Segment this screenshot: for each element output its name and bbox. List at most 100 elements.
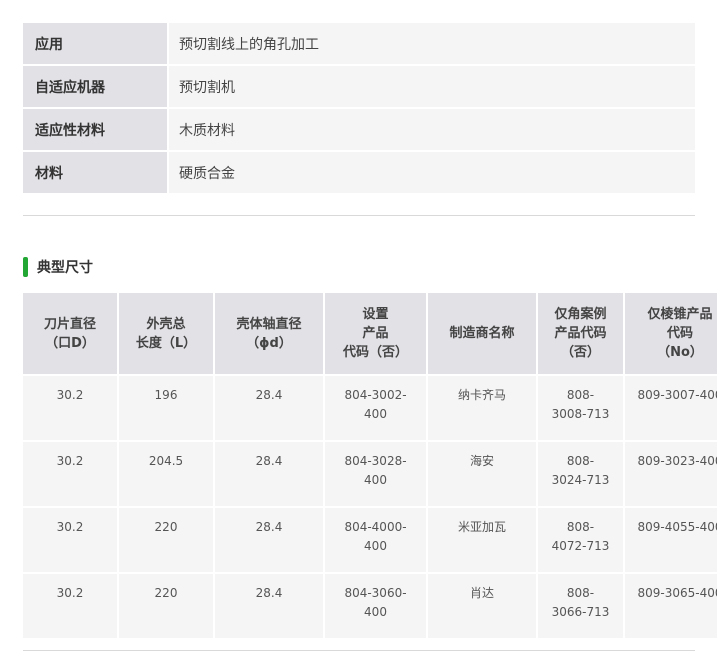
spec-label: 应用 (23, 23, 167, 64)
table-header-row: 刀片直径 （口D） 外壳总 长度（L） 壳体轴直径 （ϕd） 设置 产品 代码（否） 制造商名称仅… (23, 293, 717, 376)
spec-label: 材料 (23, 152, 167, 193)
table-cell: 804-3060- 400 (325, 574, 426, 640)
spec-value: 预切割机 (169, 66, 695, 107)
spec-table: 应用 预切割线上的角孔加工 自适应机器 预切割机 适应性材料 木质材料 材料 硬… (23, 23, 695, 195)
cell-line: 30.2 (56, 454, 84, 468)
header-line: （否） (560, 345, 600, 360)
table-cell: 804-3002- 400 (325, 376, 426, 442)
table-cell: 28.4 (215, 442, 323, 508)
table-row: 30.2 196 28.4 804-3002- 400 纳卡齐马 808- 3008-713 8… (23, 376, 717, 442)
dimensions-table: 刀片直径 （口D） 外壳总 长度（L） 壳体轴直径 （ϕd） 设置 产品 代码（否） 制造商名称仅… (21, 293, 717, 640)
column-header: 仅棱锥产品代码 （No） (625, 293, 717, 376)
cell-line: 808- (566, 454, 595, 468)
cell-line: 400 (364, 473, 387, 487)
cell-line: 4072-713 (551, 539, 610, 553)
header-line: 产品代码 (554, 326, 607, 341)
cell-line: 28.4 (255, 586, 283, 600)
cell-line: 808- (566, 520, 595, 534)
column-header: 外壳总 长度（L） (119, 293, 213, 376)
section-divider (23, 215, 695, 216)
table-cell: 804-4000- 400 (325, 508, 426, 574)
header-line: 代码 (666, 326, 693, 341)
cell-line: 米亚加瓦 (457, 520, 506, 534)
cell-line: 28.4 (255, 454, 283, 468)
table-cell: 纳卡齐马 (428, 376, 536, 442)
header-line: 代码（否） (342, 345, 408, 360)
column-header: 制造商名称 (428, 293, 536, 376)
cell-line: 809-3007-400 (637, 388, 717, 402)
header-line: （ϕd） (246, 335, 292, 351)
table-cell: 808- 4072-713 (538, 508, 623, 574)
cell-line: 809-3065-400 (637, 586, 717, 600)
cell-line: 30.2 (56, 388, 84, 402)
table-row: 30.2 204.5 28.4 804-3028- 400 海安 808- 3024-713 8… (23, 442, 717, 508)
spec-value: 木质材料 (169, 109, 695, 150)
table-cell: 809-4055-400 (625, 508, 717, 574)
header-line: （口D） (45, 335, 95, 351)
spec-row-work-material: 适应性材料 木质材料 (23, 109, 695, 150)
cell-line: 220 (154, 586, 178, 600)
cell-line: 海安 (469, 454, 494, 468)
cell-line: 400 (364, 539, 387, 553)
table-cell: 808- 3024-713 (538, 442, 623, 508)
cell-line: 804-3028- (344, 454, 407, 468)
spec-label: 自适应机器 (23, 66, 167, 107)
cell-line: 804-3002- (344, 388, 407, 402)
header-line: 刀片直径 (43, 316, 96, 332)
cell-line: 3066-713 (551, 605, 610, 619)
cell-line: 809-4055-400 (637, 520, 717, 534)
spec-value: 硬质合金 (169, 152, 695, 193)
header-line: （No） (657, 345, 703, 360)
table-row: 30.2 220 28.4 804-3060- 400 肖达 808- 3066-713 809… (23, 574, 717, 640)
bottom-divider (23, 650, 695, 651)
table-cell: 204.5 (119, 442, 213, 508)
table-cell: 30.2 (23, 508, 117, 574)
table-cell: 28.4 (215, 508, 323, 574)
column-header: 仅角案例产品代码 （否） (538, 293, 623, 376)
table-cell: 808- 3008-713 (538, 376, 623, 442)
header-line: 仅棱锥产品 (647, 307, 713, 322)
spec-row-tool-material: 材料 硬质合金 (23, 152, 695, 193)
cell-line: 3008-713 (551, 407, 610, 421)
cell-line: 30.2 (56, 520, 84, 534)
section-heading: 典型尺寸 (23, 257, 93, 277)
cell-line: 204.5 (148, 454, 184, 468)
table-cell: 28.4 (215, 376, 323, 442)
cell-line: 220 (154, 520, 178, 534)
cell-line: 808- (566, 586, 595, 600)
cell-line: 196 (154, 388, 178, 402)
table-cell: 30.2 (23, 376, 117, 442)
table-cell: 220 (119, 574, 213, 640)
table-cell: 804-3028- 400 (325, 442, 426, 508)
header-line: 仅角案例 (554, 307, 607, 322)
cell-line: 3024-713 (551, 473, 610, 487)
column-header: 刀片直径 （口D） (23, 293, 117, 376)
section-title: 典型尺寸 (37, 260, 93, 276)
spec-value: 预切割线上的角孔加工 (169, 23, 695, 64)
column-header: 设置 产品 代码（否） (325, 293, 426, 376)
spec-label: 适应性材料 (23, 109, 167, 150)
table-cell: 809-3065-400 (625, 574, 717, 640)
cell-line: 400 (364, 605, 387, 619)
header-line: 长度（L） (135, 335, 197, 351)
cell-line: 28.4 (255, 388, 283, 402)
table-cell: 196 (119, 376, 213, 442)
table-cell: 808- 3066-713 (538, 574, 623, 640)
table-cell: 肖达 (428, 574, 536, 640)
cell-line: 809-3023-400 (637, 454, 717, 468)
spec-row-machine: 自适应机器 预切割机 (23, 66, 695, 107)
cell-line: 纳卡齐马 (457, 388, 506, 402)
cell-line: 400 (364, 407, 387, 421)
table-cell: 809-3023-400 (625, 442, 717, 508)
table-cell: 30.2 (23, 574, 117, 640)
cell-line: 28.4 (255, 520, 283, 534)
header-line: 产品 (362, 326, 389, 341)
cell-line: 30.2 (56, 586, 84, 600)
cell-line: 804-4000- (344, 520, 407, 534)
header-line: 制造商名称 (449, 326, 515, 341)
cell-line: 肖达 (469, 586, 494, 600)
table-cell: 28.4 (215, 574, 323, 640)
cell-line: 804-3060- (344, 586, 407, 600)
spec-row-application: 应用 预切割线上的角孔加工 (23, 23, 695, 64)
table-cell: 220 (119, 508, 213, 574)
